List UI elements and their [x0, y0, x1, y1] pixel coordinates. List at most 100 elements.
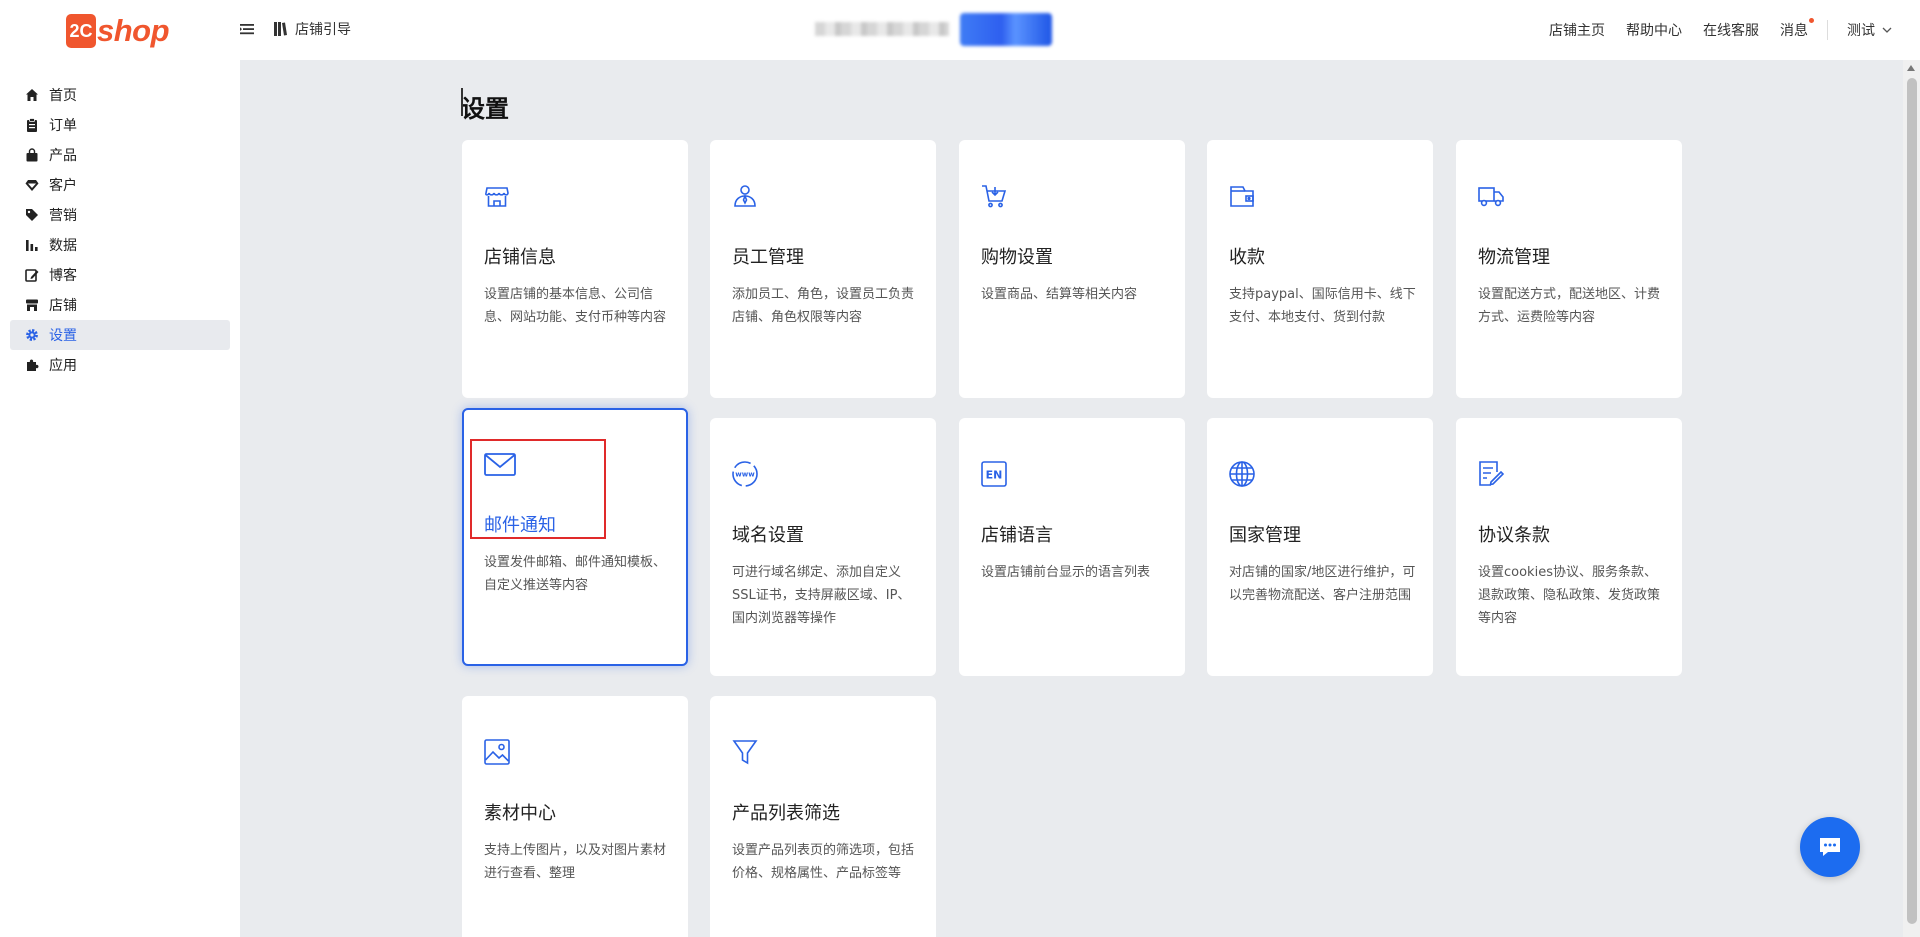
edit-icon [25, 268, 39, 282]
bar-chart-icon [25, 238, 39, 252]
card-title: 店铺信息 [484, 247, 556, 268]
chat-bubble-icon [1820, 838, 1840, 856]
card-description: 设置配送方式，配送地区、计费方式、运费险等内容 [1478, 287, 1661, 325]
document-pen-icon [1479, 461, 1505, 486]
settings-card-staff[interactable]: 员工管理 添加员工、角色，设置员工负责店铺、角色权限等内容 [710, 140, 936, 398]
nav-messages-label: 消息 [1780, 23, 1808, 39]
settings-card-domain[interactable]: www 域名设置 可进行域名绑定、添加自定义SSL证书，支持屏蔽区域、IP、国内… [710, 418, 936, 676]
card-title: 店铺语言 [981, 525, 1053, 546]
sidebar-item-marketing[interactable]: 营销 [10, 200, 230, 230]
nav-store-home[interactable]: 店铺主页 [1549, 20, 1605, 40]
truck-icon [1478, 187, 1504, 207]
sidebar-item-label: 应用 [49, 358, 77, 374]
settings-card-terms[interactable]: 协议条款 设置cookies协议、服务条款、退款政策、隐私政策、发货政策等内容 [1456, 418, 1682, 676]
gem-icon [25, 178, 39, 192]
store-guide-link[interactable]: 店铺引导 [274, 19, 351, 39]
puzzle-icon [25, 358, 39, 372]
svg-text:www: www [735, 471, 755, 479]
blurred-button[interactable] [960, 13, 1052, 46]
chat-button[interactable] [1800, 817, 1860, 877]
card-description: 对店铺的国家/地区进行维护，可以完善物流配送、客户注册范围 [1229, 565, 1416, 603]
sidebar-item-data[interactable]: 数据 [10, 230, 230, 260]
top-nav: 店铺主页 帮助中心 在线客服 消息 测试 [1528, 0, 1920, 60]
card-title: 素材中心 [484, 803, 556, 824]
sidebar-item-settings[interactable]: 设置 [10, 320, 230, 350]
settings-card-store-language[interactable]: EN 店铺语言 设置店铺前台显示的语言列表 [959, 418, 1185, 676]
card-title: 员工管理 [732, 247, 804, 268]
store-icon [25, 298, 39, 312]
settings-card-media-center[interactable]: 素材中心 支持上传图片，以及对图片素材进行查看、整理 [462, 696, 688, 937]
sidebar-item-apps[interactable]: 应用 [10, 350, 230, 380]
card-description: 支持paypal、国际信用卡、线下支付、本地支付、货到付款 [1229, 287, 1416, 325]
notification-dot [1809, 18, 1814, 23]
sidebar-item-store[interactable]: 店铺 [10, 290, 230, 320]
language-en-icon: EN [981, 461, 1007, 487]
card-description: 添加员工、角色，设置员工负责店铺、角色权限等内容 [732, 287, 915, 325]
settings-card-store-info[interactable]: 店铺信息 设置店铺的基本信息、公司信息、网站功能、支付币种等内容 [462, 140, 688, 398]
sidebar-item-label: 店铺 [49, 298, 77, 314]
menu-toggle-icon[interactable] [239, 21, 255, 37]
cart-icon [982, 185, 1007, 208]
tag-icon [25, 208, 39, 222]
settings-card-shopping[interactable]: 购物设置 设置商品、结算等相关内容 [959, 140, 1185, 398]
card-title: 物流管理 [1478, 247, 1550, 268]
sidebar-item-label: 博客 [49, 268, 77, 284]
logo[interactable]: 2C shop [66, 12, 170, 50]
scrollbar[interactable] [1903, 60, 1920, 937]
card-description: 设置产品列表页的筛选项，包括价格、规格属性、产品标签等 [732, 843, 915, 881]
card-description: 可进行域名绑定、添加自定义SSL证书，支持屏蔽区域、IP、国内浏览器等操作 [732, 565, 911, 626]
logo-text: shop [97, 13, 170, 48]
bag-icon [25, 148, 39, 162]
card-description: 设置cookies协议、服务条款、退款政策、隐私政策、发货政策等内容 [1478, 565, 1661, 626]
nav-messages[interactable]: 消息 [1780, 18, 1814, 40]
card-description: 设置商品、结算等相关内容 [981, 287, 1138, 302]
nav-help-center[interactable]: 帮助中心 [1626, 20, 1682, 40]
filter-icon [732, 740, 758, 765]
logo-mark: 2C [66, 14, 96, 48]
settings-card-product-filter[interactable]: 产品列表筛选 设置产品列表页的筛选项，包括价格、规格属性、产品标签等 [710, 696, 936, 937]
image-icon [484, 739, 510, 765]
card-title: 协议条款 [1478, 525, 1550, 546]
wallet-icon [1230, 186, 1254, 207]
sidebar-item-label: 产品 [49, 148, 77, 164]
clipboard-icon [25, 118, 39, 132]
sidebar-item-label: 营销 [49, 208, 77, 224]
svg-text:EN: EN [986, 469, 1003, 482]
card-description: 设置店铺前台显示的语言列表 [981, 565, 1151, 580]
divider [1827, 20, 1828, 40]
sidebar-item-label: 设置 [49, 328, 77, 344]
shop-icon [485, 187, 509, 207]
card-title: 产品列表筛选 [732, 803, 840, 824]
sidebar-item-products[interactable]: 产品 [10, 140, 230, 170]
www-icon: www [732, 461, 758, 487]
settings-card-countries[interactable]: 国家管理 对店铺的国家/地区进行维护，可以完善物流配送、客户注册范围 [1207, 418, 1433, 676]
card-description: 设置发件邮箱、邮件通知模板、自定义推送等内容 [484, 555, 667, 593]
sidebar-item-label: 首页 [49, 88, 77, 104]
nav-online-support[interactable]: 在线客服 [1703, 20, 1759, 40]
scroll-up-arrow-icon[interactable] [1907, 65, 1915, 71]
settings-card-payment[interactable]: 收款 支持paypal、国际信用卡、线下支付、本地支付、货到付款 [1207, 140, 1433, 398]
sidebar-item-customers[interactable]: 客户 [10, 170, 230, 200]
blurred-text [815, 22, 949, 36]
card-title: 购物设置 [981, 247, 1053, 268]
page-title: 设置 [461, 95, 509, 123]
card-title: 域名设置 [732, 525, 804, 546]
home-icon [25, 88, 39, 102]
globe-icon [1229, 461, 1255, 487]
card-title: 国家管理 [1229, 525, 1301, 546]
card-description: 支持上传图片，以及对图片素材进行查看、整理 [484, 843, 667, 881]
sidebar-item-blog[interactable]: 博客 [10, 260, 230, 290]
text-cursor [461, 88, 463, 116]
card-description: 设置店铺的基本信息、公司信息、网站功能、支付币种等内容 [484, 287, 667, 325]
sidebar-item-home[interactable]: 首页 [10, 80, 230, 110]
staff-icon [734, 185, 756, 207]
user-menu[interactable]: 测试 [1847, 20, 1892, 40]
gear-icon [25, 328, 39, 342]
user-name: 测试 [1847, 23, 1875, 39]
chevron-down-icon [1882, 27, 1892, 33]
settings-card-logistics[interactable]: 物流管理 设置配送方式，配送地区、计费方式、运费险等内容 [1456, 140, 1682, 398]
store-guide-label: 店铺引导 [295, 22, 351, 38]
book-icon [274, 22, 287, 36]
scroll-thumb[interactable] [1907, 78, 1917, 924]
sidebar-item-orders[interactable]: 订单 [10, 110, 230, 140]
